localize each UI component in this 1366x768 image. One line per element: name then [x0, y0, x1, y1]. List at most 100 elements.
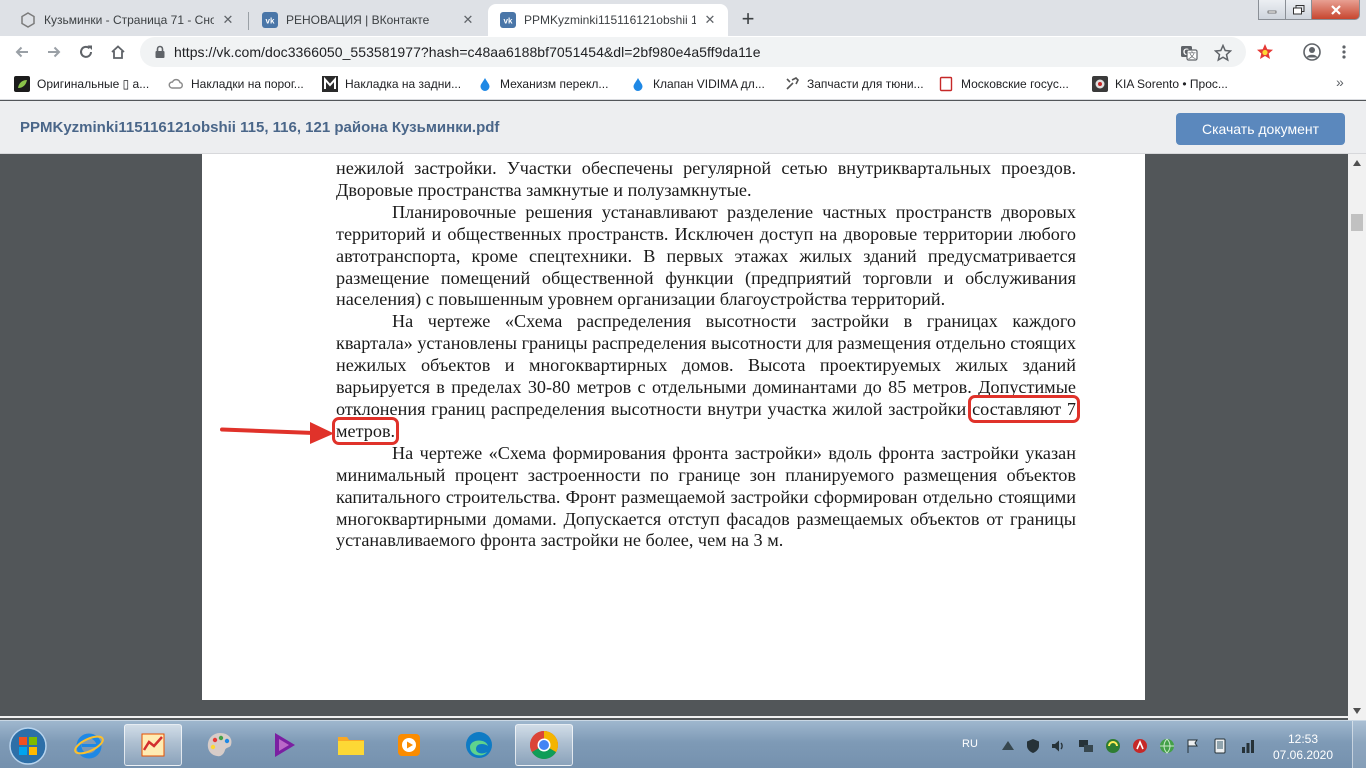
- svg-text:vk: vk: [266, 17, 275, 26]
- language-indicator[interactable]: RU: [962, 738, 978, 750]
- tray-green-icon[interactable]: [1105, 738, 1121, 754]
- bookmarks-bar: Оригинальные ▯ а... Накладки на порог...…: [0, 68, 1366, 100]
- document-header: PPMKyzminki115116121obshii 115, 116, 121…: [0, 101, 1366, 154]
- taskbar-internet-explorer[interactable]: [60, 724, 118, 766]
- tray-red-icon[interactable]: [1132, 738, 1148, 754]
- taskbar-video-player[interactable]: [255, 724, 313, 766]
- page-icon: [938, 76, 954, 92]
- volume-icon[interactable]: [1050, 738, 1066, 754]
- red-arrow-icon: [220, 422, 334, 444]
- vk-icon: vk: [500, 12, 516, 28]
- vk-icon: vk: [262, 12, 278, 28]
- tab-title: Кузьминки - Страница 71 - Сно: [44, 13, 214, 27]
- restore-icon: [1292, 4, 1304, 14]
- tab-kuzminki[interactable]: Кузьминки - Страница 71 - Сно ✕: [8, 4, 246, 36]
- show-desktop-button[interactable]: [1352, 721, 1366, 768]
- bookmark-label: Механизм перекл...: [500, 77, 609, 91]
- edge-browser-icon: [466, 732, 492, 758]
- bookmark-item[interactable]: Запчасти для тюни...: [784, 76, 924, 92]
- arrow-right-icon: [48, 46, 61, 58]
- translate-icon[interactable]: G文: [1180, 44, 1198, 62]
- water-drop-icon: [477, 76, 493, 92]
- tray-shield-icon[interactable]: [1025, 738, 1041, 754]
- close-icon[interactable]: ✕: [220, 12, 236, 28]
- leaf-icon: [14, 76, 30, 92]
- bookmarks-overflow-button[interactable]: »: [1336, 74, 1344, 90]
- bookmark-label: Оригинальные ▯ а...: [37, 77, 150, 91]
- tray-device-icon[interactable]: [1212, 738, 1228, 754]
- close-icon[interactable]: ✕: [702, 12, 718, 28]
- close-icon: [1330, 4, 1341, 15]
- lock-icon: [155, 45, 165, 58]
- windows-logo-icon: [9, 727, 47, 765]
- extension-icon[interactable]: [1256, 43, 1274, 61]
- tab-separator: [248, 12, 249, 30]
- cloud-icon: [168, 76, 184, 92]
- water-drop-icon: [630, 76, 646, 92]
- pdf-viewer[interactable]: нежилой застройки. Участки обеспечены ре…: [0, 154, 1348, 718]
- hexagon-icon: [21, 12, 35, 28]
- bookmark-item[interactable]: Накладки на порог...: [168, 76, 304, 92]
- forward-button[interactable]: [40, 38, 68, 66]
- system-clock[interactable]: 12:53 07.06.2020: [1268, 731, 1338, 763]
- taskbar-edge[interactable]: [450, 724, 508, 766]
- scroll-down-icon[interactable]: [1352, 706, 1362, 716]
- home-button[interactable]: [104, 38, 132, 66]
- scrollbar-thumb[interactable]: [1351, 214, 1363, 231]
- profile-icon[interactable]: [1303, 43, 1321, 61]
- bookmark-label: Клапан VIDIMA дл...: [653, 77, 765, 91]
- tray-app-icon[interactable]: [1000, 738, 1016, 754]
- folder-icon: [338, 737, 364, 755]
- taskbar-paint[interactable]: [191, 724, 249, 766]
- download-document-button[interactable]: Скачать документ: [1176, 113, 1345, 145]
- bookmark-item[interactable]: Московские госуc...: [938, 76, 1069, 92]
- clock-date: 07.06.2020: [1272, 748, 1334, 762]
- tab-renovation[interactable]: vk РЕНОВАЦИЯ | ВКонтакте ✕: [250, 4, 486, 36]
- bookmark-label: KIA Sorento • Прос...: [1115, 77, 1228, 91]
- close-icon[interactable]: ✕: [460, 12, 476, 28]
- reload-icon: [80, 45, 92, 58]
- tray-globe-icon[interactable]: [1159, 738, 1175, 754]
- network-icon[interactable]: [1078, 738, 1094, 754]
- taskbar-chrome[interactable]: [515, 724, 573, 766]
- document-title: PPMKyzminki115116121obshii 115, 116, 121…: [20, 119, 500, 136]
- taskbar-media-player[interactable]: [380, 724, 438, 766]
- taskbar-app-chart[interactable]: [124, 724, 182, 766]
- new-tab-button[interactable]: +: [735, 6, 761, 32]
- menu-kebab-icon[interactable]: [1336, 44, 1352, 60]
- tab-title: PPMKyzminki115116121obshii 11: [524, 13, 696, 27]
- bookmark-item[interactable]: Накладка на задни...: [322, 76, 461, 92]
- taskbar-file-explorer[interactable]: [322, 724, 380, 766]
- tray-bars-icon[interactable]: [1240, 738, 1256, 754]
- bookmark-label: Московские госуc...: [961, 77, 1069, 91]
- reload-button[interactable]: [72, 38, 100, 66]
- close-window-button[interactable]: [1311, 0, 1360, 20]
- car-icon: [1092, 76, 1108, 92]
- bookmark-label: Накладки на порог...: [191, 77, 304, 91]
- svg-text:vk: vk: [504, 17, 513, 26]
- bookmark-item[interactable]: Клапан VIDIMA дл...: [630, 76, 765, 92]
- viewer-bottom-bar: [0, 716, 1348, 718]
- bookmark-item[interactable]: KIA Sorento • Прос...: [1092, 76, 1228, 92]
- home-icon: [111, 45, 125, 59]
- vertical-scrollbar[interactable]: [1348, 154, 1366, 720]
- bookmark-star-icon[interactable]: [1214, 44, 1232, 62]
- bookmark-item[interactable]: Оригинальные ▯ а...: [14, 76, 149, 92]
- action-center-flag-icon[interactable]: [1185, 738, 1201, 754]
- address-bar[interactable]: https://vk.com/doc3366050_553581977?hash…: [140, 37, 1246, 67]
- minimize-icon: [1267, 10, 1277, 13]
- arrow-left-icon: [15, 46, 28, 58]
- restore-button[interactable]: [1285, 0, 1312, 20]
- bookmark-label: Накладка на задни...: [345, 77, 462, 91]
- tab-strip: Кузьминки - Страница 71 - Сно ✕ vk РЕНОВ…: [0, 0, 1366, 36]
- scroll-up-icon[interactable]: [1352, 158, 1362, 168]
- back-button[interactable]: [8, 38, 36, 66]
- start-button[interactable]: [2, 724, 54, 768]
- bookmark-label: Запчасти для тюни...: [807, 77, 924, 91]
- bookmark-item[interactable]: Механизм перекл...: [477, 76, 608, 92]
- paragraph: На чертеже «Схема формирования фронта за…: [336, 442, 1076, 551]
- tab-pdf-document[interactable]: vk PPMKyzminki115116121obshii 11 ✕: [488, 4, 728, 36]
- minimize-button[interactable]: [1258, 0, 1286, 20]
- clock-time: 12:53: [1287, 732, 1319, 746]
- paragraph: На чертеже «Схема распределения высотнос…: [332, 311, 1080, 445]
